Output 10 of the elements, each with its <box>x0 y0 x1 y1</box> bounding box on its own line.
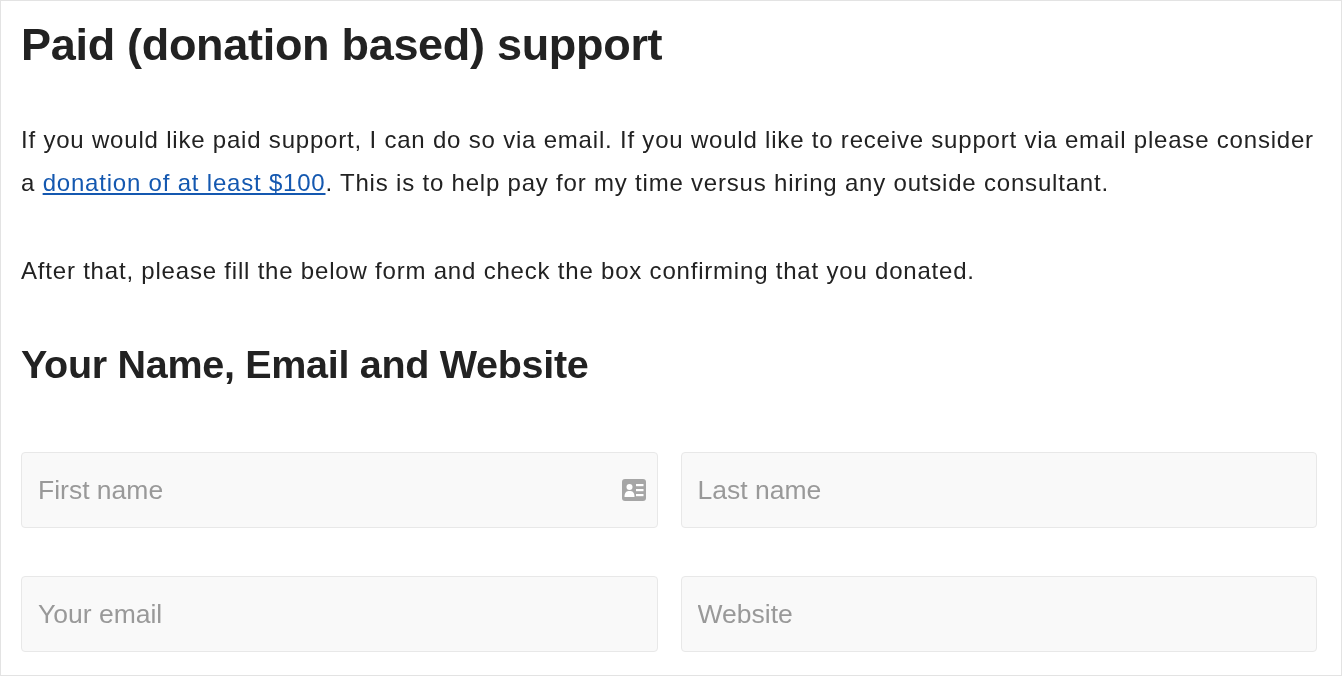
page-heading: Paid (donation based) support <box>21 18 664 72</box>
text-input-field[interactable]: First name <box>21 452 658 528</box>
contact-card-icon[interactable] <box>621 479 646 501</box>
text-input-field[interactable]: Last name <box>680 452 1317 528</box>
text-input-field[interactable]: Your email <box>21 576 658 652</box>
text-input-field[interactable]: Website <box>680 576 1317 652</box>
donation-link[interactable]: donation of at least $100 <box>42 169 326 196</box>
intro-paragraph: If you would like paid support, I can do so via email. If you would like to receive support via email please consider a donation of at least $100. This is to help pay for my time versus hiring any outside consultant. <box>21 125 1315 198</box>
form-section-heading: Your Name, Email and Website <box>21 342 590 386</box>
instruction-paragraph: After that, please fill the below form and check the box confirming that you donated. <box>21 256 976 286</box>
